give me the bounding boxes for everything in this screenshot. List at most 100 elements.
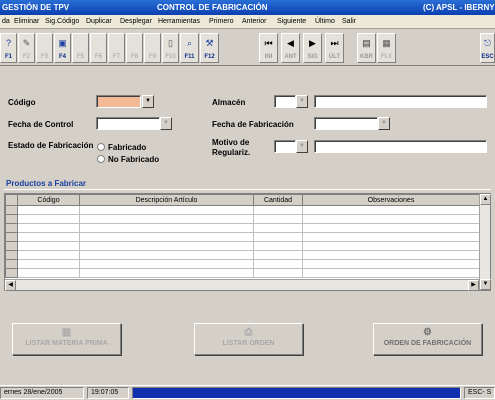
menu-item-primero[interactable]: Primero: [209, 18, 234, 25]
blank-icon: [37, 34, 52, 52]
section-divider: [4, 189, 491, 190]
scroll-right-button[interactable]: ▶: [468, 280, 479, 291]
app-title: GESTIÓN DE TPV: [2, 3, 70, 12]
nav-prev-button[interactable]: ◀ ANT: [281, 33, 300, 63]
fecha-control-dropdown-button[interactable]: ▼: [160, 117, 172, 130]
f2-button[interactable]: ✎ F2: [18, 33, 35, 63]
fecha-control-label: Fecha de Control: [8, 120, 74, 129]
chevron-down-icon: ▼: [381, 120, 387, 126]
gear-icon: ⚙: [423, 327, 432, 338]
almacen-name-field[interactable]: [314, 95, 487, 108]
keyboard-icon: ▤: [362, 38, 371, 48]
fecha-fabricacion-dropdown-button[interactable]: ▼: [378, 117, 390, 130]
escape-button[interactable]: ⎋ ESC: [480, 33, 495, 63]
listar-orden-button[interactable]: ⎙ LISTAR ORDEN: [194, 323, 303, 355]
horizontal-scrollbar[interactable]: ◀ ▶: [5, 279, 479, 291]
status-date: ernes 28/ene/2005: [0, 387, 84, 399]
chevron-up-icon: ▲: [482, 196, 489, 202]
menu-bar: da Eliminar Sig.Código Duplicar Desplega…: [0, 15, 495, 29]
blank-icon: [109, 34, 124, 52]
menu-item-anterior[interactable]: Anterior: [242, 18, 267, 25]
fecha-control-field[interactable]: [96, 117, 160, 130]
nav-next-button[interactable]: ▶ SIG: [303, 33, 322, 63]
radio-no-fabricado[interactable]: [97, 155, 105, 163]
column-header-codigo[interactable]: Código: [17, 194, 80, 206]
table-row[interactable]: [5, 241, 480, 251]
company-label: (C) APSL - IBERNY: [423, 3, 495, 12]
motivo-code-field[interactable]: [274, 140, 296, 153]
status-escape: ESC- S: [464, 387, 495, 399]
estado-fabricacion-label: Estado de Fabricación: [8, 141, 94, 150]
table-row[interactable]: [5, 223, 480, 233]
chevron-down-icon: ▼: [145, 98, 151, 104]
listar-materia-prima-button[interactable]: ▥ LISTAR MATERIA PRIMA: [12, 323, 121, 355]
codigo-dropdown-button[interactable]: ▼: [142, 95, 154, 108]
chevron-down-icon: ▼: [299, 98, 305, 104]
table-row[interactable]: [5, 259, 480, 269]
help-icon: ?: [5, 38, 11, 48]
vertical-scrollbar[interactable]: ▲ ▼: [479, 194, 491, 290]
menu-item-herramientas[interactable]: Herramientas: [158, 18, 200, 25]
menu-item-eliminar[interactable]: Eliminar: [14, 18, 39, 25]
chevron-right-icon: ▶: [471, 282, 476, 288]
scroll-up-button[interactable]: ▲: [480, 194, 491, 205]
f12-button[interactable]: ⚒ F12: [200, 33, 219, 63]
radio-fabricado[interactable]: [97, 143, 105, 151]
nav-first-button[interactable]: ⏮ INI: [259, 33, 278, 63]
chevron-left-icon: ◀: [8, 282, 13, 288]
motivo-label-line1: Motivo de: [212, 138, 250, 147]
document-icon: ▯: [168, 38, 173, 48]
motivo-name-field[interactable]: [314, 140, 487, 153]
scroll-left-button[interactable]: ◀: [5, 280, 16, 291]
f9-button[interactable]: F9: [144, 33, 161, 63]
table-row[interactable]: [5, 268, 480, 278]
blank-icon: [73, 34, 88, 52]
menu-item-salir[interactable]: Salir: [342, 18, 356, 25]
products-grid[interactable]: Código Descripción Artículo Cantidad Obs…: [4, 193, 491, 291]
grid-icon: ▦: [382, 38, 391, 48]
status-message-panel: [132, 387, 461, 399]
toolbar: ? F1 ✎ F2 F3 ▣ F4 F5 F6 F7 F8 F9 ▯ F10 ⌕ F11 …: [0, 30, 495, 66]
last-record-icon: ⏭: [330, 38, 339, 48]
scroll-down-button[interactable]: ▼: [480, 279, 491, 290]
menu-item-siguiente[interactable]: Siguiente: [277, 18, 306, 25]
column-header-cantidad[interactable]: Cantidad: [253, 194, 303, 206]
table-row[interactable]: [5, 214, 480, 224]
table-row[interactable]: [5, 232, 480, 242]
codigo-field[interactable]: [96, 95, 141, 108]
column-header-observaciones[interactable]: Observaciones: [302, 194, 480, 206]
form-title: CONTROL DE FABRICACIÓN: [157, 3, 268, 12]
f8-button[interactable]: F8: [126, 33, 143, 63]
flex-button[interactable]: ▦ FLX: [377, 33, 396, 63]
table-row[interactable]: [5, 250, 480, 260]
f11-button[interactable]: ⌕ F11: [180, 33, 199, 63]
f10-button[interactable]: ▯ F10: [162, 33, 179, 63]
blank-icon: [145, 34, 160, 52]
f1-button[interactable]: ? F1: [0, 33, 17, 63]
table-row[interactable]: [5, 205, 480, 215]
productos-section-title: Productos a Fabricar: [6, 179, 87, 188]
orden-fabricacion-button[interactable]: ⚙ ORDEN DE FABRICACIÓN: [373, 323, 482, 355]
almacen-code-field[interactable]: [274, 95, 296, 108]
f4-button[interactable]: ▣ F4: [54, 33, 71, 63]
f7-button[interactable]: F7: [108, 33, 125, 63]
menu-item-ultimo[interactable]: Último: [315, 18, 335, 25]
column-header-descripcion[interactable]: Descripción Artículo: [79, 194, 254, 206]
products-table: Código Descripción Artículo Cantidad Obs…: [5, 194, 480, 278]
image-icon: ▣: [58, 38, 67, 48]
status-time: 19:07:05: [87, 387, 129, 399]
motivo-label-line2: Regulariz.: [212, 148, 251, 157]
fecha-fabricacion-field[interactable]: [314, 117, 378, 130]
menu-item-desplegar[interactable]: Desplegar: [120, 18, 152, 25]
menu-item-duplicar[interactable]: Duplicar: [86, 18, 112, 25]
almacen-dropdown-button[interactable]: ▼: [296, 95, 308, 108]
f3-button[interactable]: F3: [36, 33, 53, 63]
menu-item-nueva[interactable]: da: [2, 18, 10, 25]
motivo-dropdown-button[interactable]: ▼: [296, 140, 308, 153]
menu-item-sig-codigo[interactable]: Sig.Código: [45, 18, 79, 25]
keyboard-button[interactable]: ▤ KBR: [357, 33, 376, 63]
nav-last-button[interactable]: ⏭ ÚLT: [325, 33, 344, 63]
f5-button[interactable]: F5: [72, 33, 89, 63]
blank-icon: [91, 34, 106, 52]
f6-button[interactable]: F6: [90, 33, 107, 63]
